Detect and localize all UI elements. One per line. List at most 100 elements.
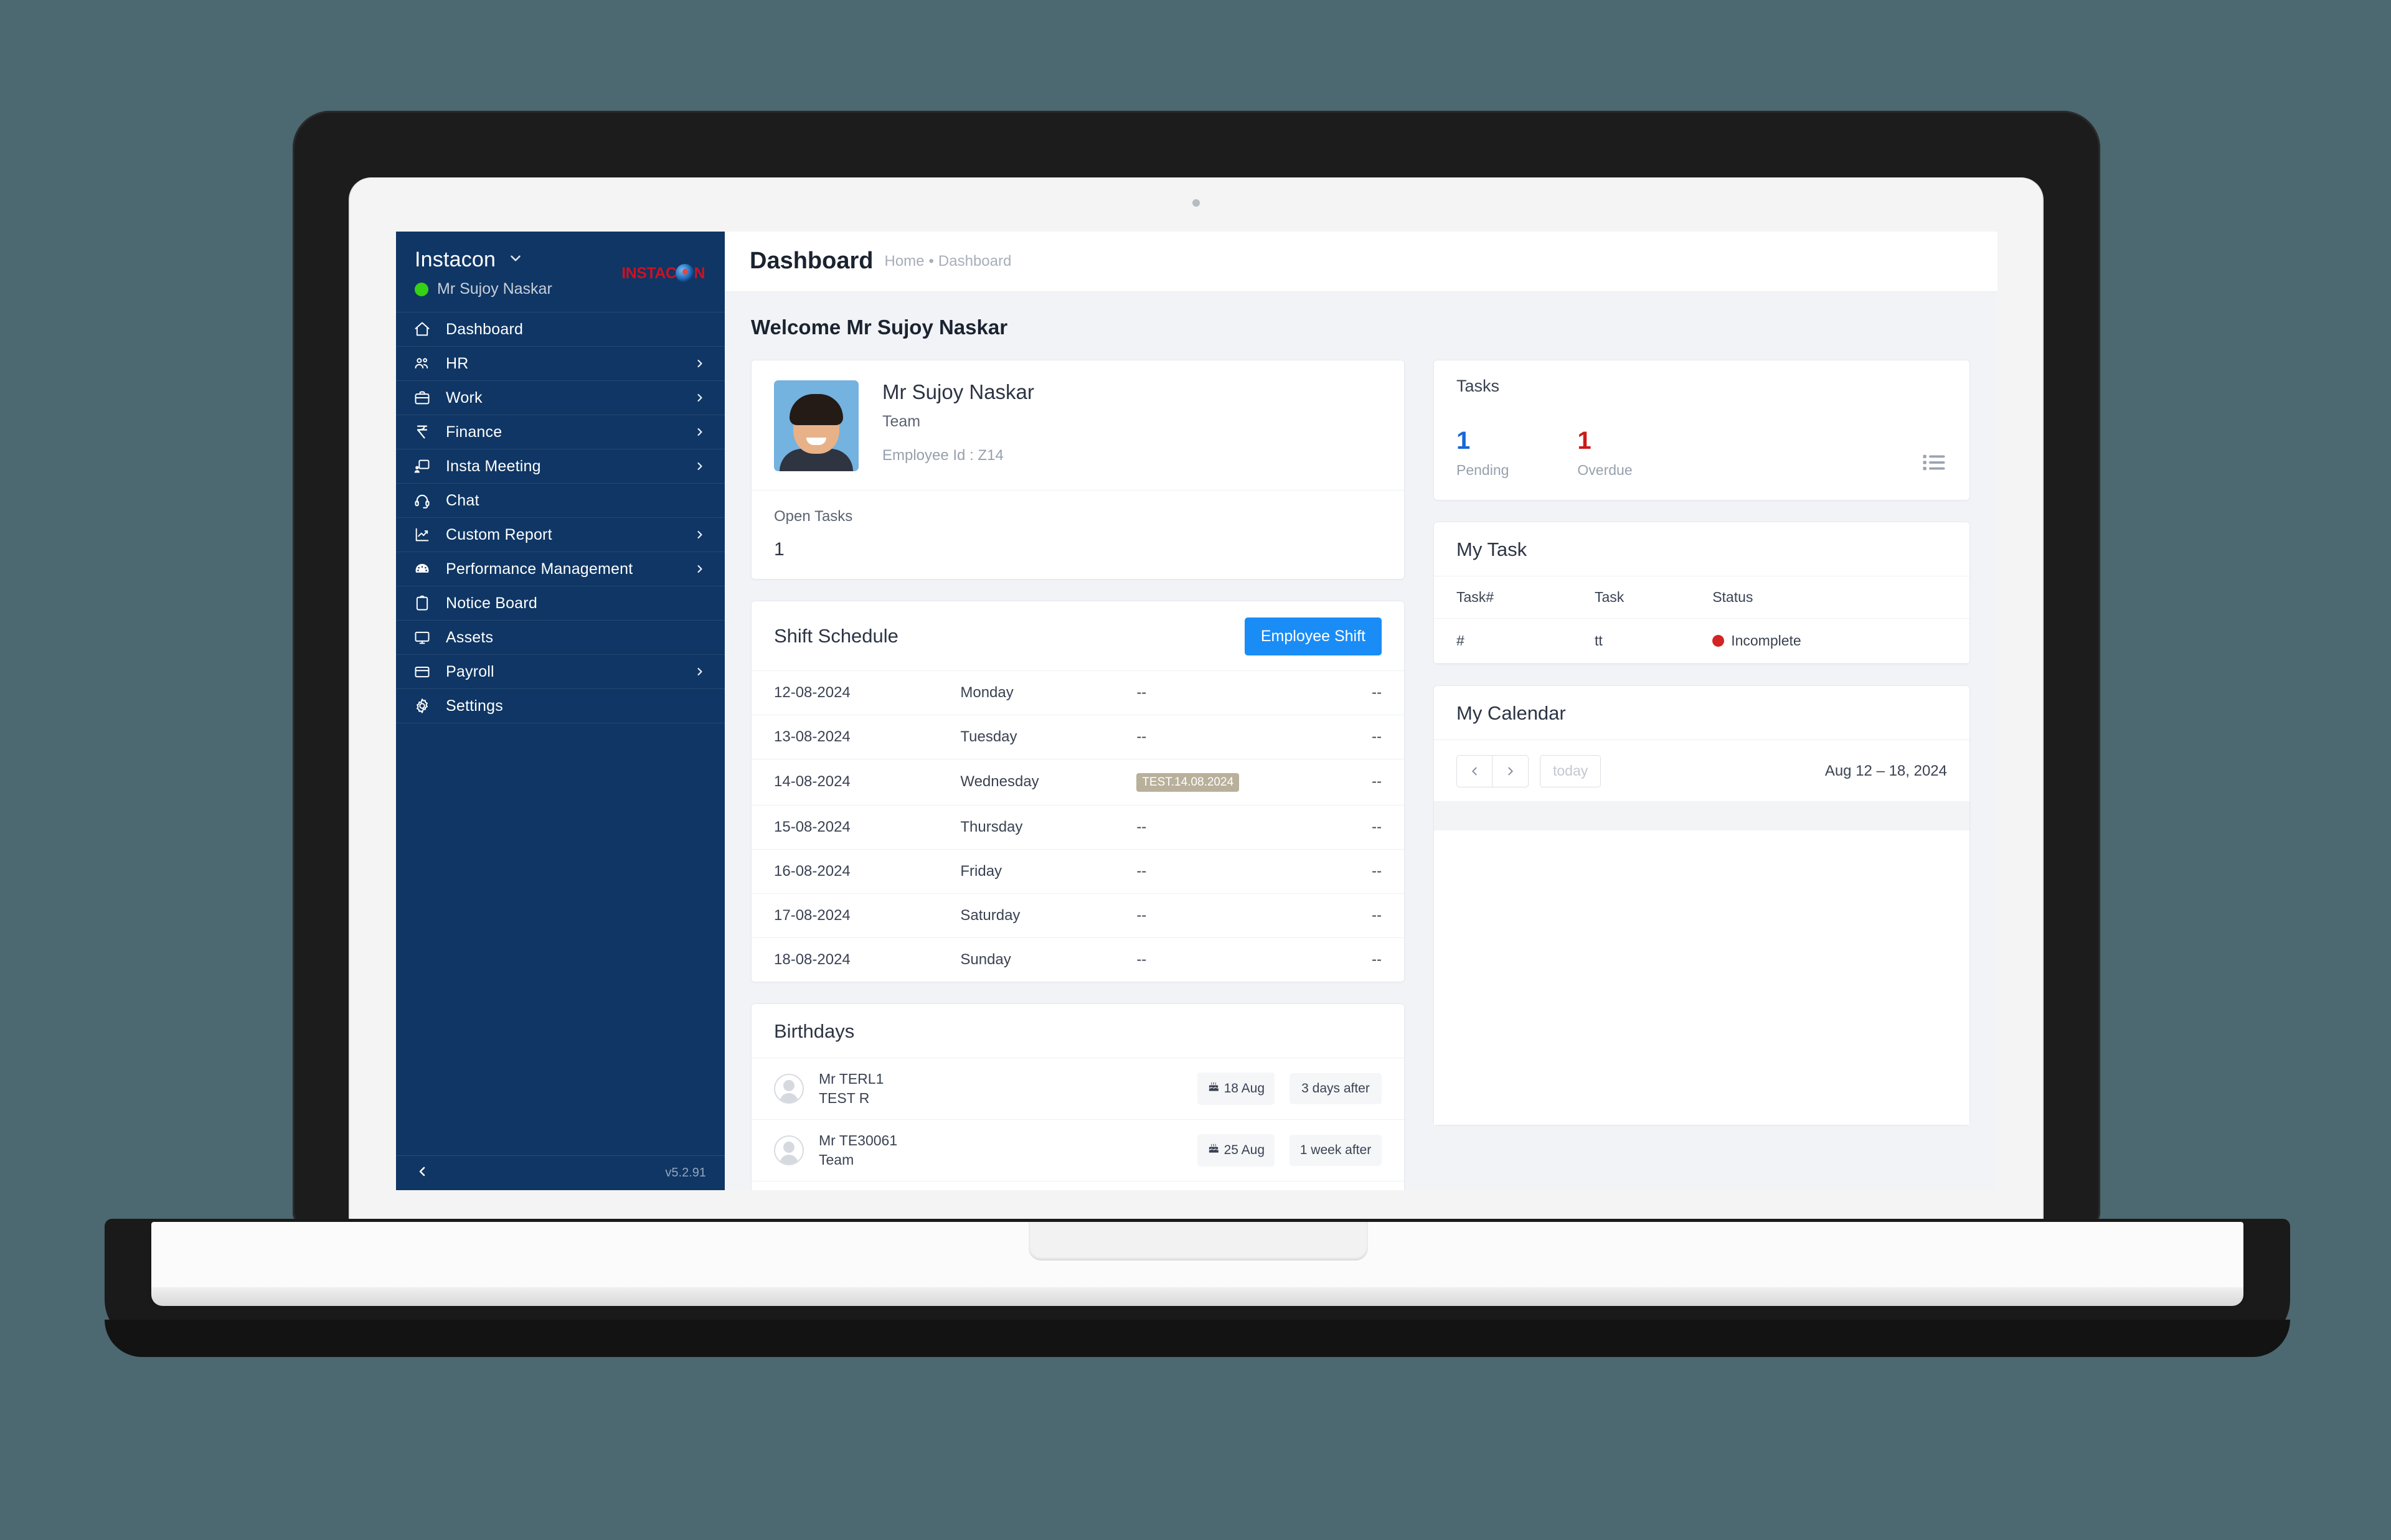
birthday-names: Mr TE30061 Team xyxy=(819,1131,1182,1170)
shift-day: Thursday xyxy=(960,804,1137,850)
sidebar-item-work[interactable]: Work xyxy=(396,381,725,415)
chevron-right-icon xyxy=(694,563,706,575)
calendar-today-button[interactable]: today xyxy=(1540,754,1601,787)
cake-icon xyxy=(1207,1142,1220,1158)
sidebar-item-label: Performance Management xyxy=(446,560,633,578)
sidebar-item-label: Custom Report xyxy=(446,525,552,543)
sidebar-item-notice-board[interactable]: Notice Board xyxy=(396,586,725,621)
shift-day: Friday xyxy=(960,848,1137,894)
sidebar-item-custom-report[interactable]: Custom Report xyxy=(396,518,725,552)
calendar-next-button[interactable] xyxy=(1493,754,1529,787)
gauge-icon xyxy=(413,560,446,578)
globe-icon xyxy=(676,264,695,283)
breadcrumb-current: Dashboard xyxy=(938,252,1012,270)
shift-value: -- xyxy=(1136,804,1319,850)
left-column: Mr Sujoy Naskar Team Employee Id : Z14 O… xyxy=(751,359,1405,1190)
shift-date: 15-08-2024 xyxy=(752,804,961,850)
sidebar-menu: Dashboard HR Work Finance Insta Meeting … xyxy=(396,312,725,939)
table-row: 12-08-2024 Monday -- -- xyxy=(752,670,1404,715)
breadcrumb: Home • Dashboard xyxy=(884,253,1011,270)
avatar xyxy=(774,380,859,471)
profile-name: Mr Sujoy Naskar xyxy=(882,380,1034,403)
shift-value: -- xyxy=(1136,848,1319,894)
tasks-pending-label: Pending xyxy=(1456,461,1509,478)
list-item: Mr TERL1 TEST R 18 Aug 3 days after xyxy=(752,1057,1404,1119)
sidebar-item-finance[interactable]: Finance xyxy=(396,415,725,449)
profile-details: Mr Sujoy Naskar Team Employee Id : Z14 xyxy=(882,380,1034,464)
chevron-right-icon xyxy=(694,528,706,541)
instacon-logo: INSTAC N xyxy=(609,259,705,288)
sidebar-item-insta-meeting[interactable]: Insta Meeting xyxy=(396,449,725,484)
birthday-name: Mr TE30061 xyxy=(819,1132,898,1148)
shift-extra: -- xyxy=(1319,848,1404,894)
laptop-mockup: Instacon Mr Sujoy Naskar INSTAC N Dashboa… xyxy=(0,0,2391,1540)
chevron-left-icon[interactable] xyxy=(415,1164,430,1182)
list-icon[interactable] xyxy=(1921,449,1947,479)
sidebar-item-label: HR xyxy=(446,354,469,372)
status-text: Incomplete xyxy=(1731,632,1801,649)
avatar xyxy=(774,1073,804,1104)
sidebar-item-hr[interactable]: HR xyxy=(396,347,725,381)
shift-date: 13-08-2024 xyxy=(752,714,961,759)
sidebar-brand-block[interactable]: Instacon Mr Sujoy Naskar INSTAC N xyxy=(396,232,725,312)
breadcrumb-home[interactable]: Home xyxy=(884,253,924,270)
calendar-grid[interactable] xyxy=(1434,801,1969,1125)
tasks-overdue-metric: 1 Overdue xyxy=(1577,428,1632,479)
logo-text-right: N xyxy=(694,264,705,282)
list-item: Dsfsfsdfsdfsdf 01 Sep 2 weeks after xyxy=(752,1180,1404,1190)
my-task-title: My Task xyxy=(1456,538,1527,560)
birthday-relative: 3 days after xyxy=(1290,1073,1382,1104)
sidebar-item-performance-management[interactable]: Performance Management xyxy=(396,552,725,586)
birthday-subtitle: Team xyxy=(819,1151,854,1168)
cake-icon xyxy=(1207,1081,1220,1097)
sidebar-item-assets[interactable]: Assets xyxy=(396,621,725,655)
calendar-date-range: Aug 12 – 18, 2024 xyxy=(1824,762,1947,779)
chevron-down-icon[interactable] xyxy=(507,250,524,270)
page-header: Dashboard Home • Dashboard xyxy=(725,232,1997,292)
home-icon xyxy=(413,321,446,338)
sidebar-item-payroll[interactable]: Payroll xyxy=(396,655,725,689)
presentation-icon xyxy=(413,458,446,475)
employee-shift-button[interactable]: Employee Shift xyxy=(1244,617,1382,655)
chevron-right-icon xyxy=(694,460,706,472)
open-tasks-block: Open Tasks 1 xyxy=(752,491,1404,579)
table-row: 14-08-2024 Wednesday TEST.14.08.2024 -- xyxy=(752,758,1404,805)
laptop-camera xyxy=(1192,199,1200,207)
tasks-pending-metric: 1 Pending xyxy=(1456,428,1509,479)
shift-value: -- xyxy=(1136,937,1319,982)
right-column: Tasks 1 Pending 1 Overdue My Task Task# … xyxy=(1433,359,1970,1147)
sidebar-item-label: Assets xyxy=(446,628,494,646)
sidebar-user-name: Mr Sujoy Naskar xyxy=(437,280,552,298)
sidebar-item-settings[interactable]: Settings xyxy=(396,689,725,723)
column-header-task: Task xyxy=(1595,575,1713,619)
shift-day: Sunday xyxy=(960,937,1137,982)
briefcase-icon xyxy=(413,389,446,406)
column-header-task-no: Task# xyxy=(1434,575,1595,619)
tasks-pending-value: 1 xyxy=(1456,426,1471,454)
shift-schedule-title: Shift Schedule xyxy=(774,625,898,647)
sidebar-item-label: Chat xyxy=(446,491,479,509)
birthday-date-chip: 18 Aug xyxy=(1197,1072,1275,1105)
sidebar-item-chat[interactable]: Chat xyxy=(396,484,725,518)
table-row: # tt Incomplete xyxy=(1434,618,1969,664)
shift-value: TEST.14.08.2024 xyxy=(1136,758,1319,805)
calendar-prev-button[interactable] xyxy=(1456,754,1493,787)
welcome-heading: Welcome Mr Sujoy Naskar xyxy=(751,315,1008,339)
profile-card: Mr Sujoy Naskar Team Employee Id : Z14 O… xyxy=(751,359,1405,580)
shift-day: Saturday xyxy=(960,893,1137,938)
calendar-header-strip xyxy=(1434,801,1969,830)
shift-extra: -- xyxy=(1319,804,1404,850)
task-name: tt xyxy=(1595,618,1713,664)
laptop-base-edge xyxy=(151,1287,2243,1306)
my-task-table: Task# Task Status # tt Incomplete xyxy=(1434,575,1969,664)
headset-icon xyxy=(413,492,446,509)
birthdays-card: Birthdays Mr TERL1 TEST R 18 Aug 3 days … xyxy=(751,1003,1405,1190)
main-content-area: Dashboard Home • Dashboard Welcome Mr Sujo… xyxy=(725,232,1997,1190)
chevron-right-icon xyxy=(694,665,706,678)
avatar xyxy=(774,1135,804,1165)
chevron-right-icon xyxy=(694,392,706,404)
birthday-date: 18 Aug xyxy=(1224,1081,1265,1096)
my-task-card: My Task Task# Task Status # tt Incomplet… xyxy=(1433,521,1970,664)
sidebar-item-dashboard[interactable]: Dashboard xyxy=(396,312,725,347)
rupee-icon xyxy=(413,423,446,441)
